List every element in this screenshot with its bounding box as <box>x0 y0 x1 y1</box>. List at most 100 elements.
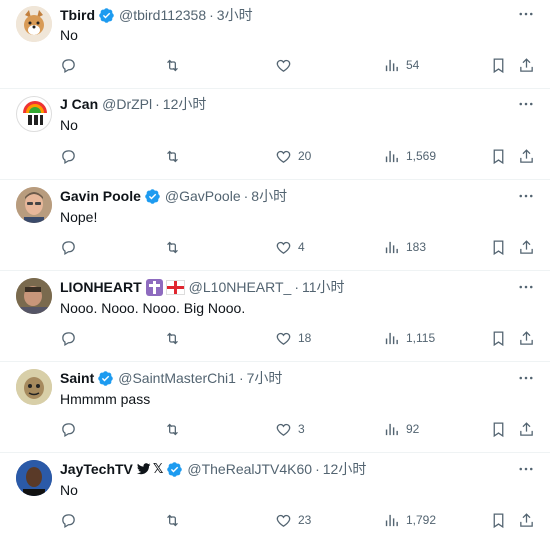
retweet-button[interactable] <box>164 328 187 348</box>
bookmark-button[interactable] <box>490 237 507 257</box>
views-button[interactable]: 54 <box>383 55 419 75</box>
heart-icon <box>276 514 291 527</box>
avatar[interactable] <box>16 460 52 496</box>
tweet[interactable]: Tbird @tbird112358 · 3小时 No 54 <box>0 0 550 89</box>
bookmark-icon <box>493 330 504 346</box>
reply-button[interactable] <box>60 419 83 439</box>
like-button[interactable] <box>275 55 298 75</box>
views-button[interactable]: 1,792 <box>383 510 436 530</box>
display-name[interactable]: JayTechTV <box>60 461 133 477</box>
handle[interactable]: @DrZPl <box>102 96 152 112</box>
tweet[interactable]: JayTechTV 𝕏 @TheRealJTV4K60 · 12小时 No 23… <box>0 452 550 535</box>
views-chart-icon <box>385 423 398 435</box>
like-button[interactable]: 18 <box>275 328 311 348</box>
man-photo-avatar-icon <box>16 278 52 314</box>
views-chart-icon <box>385 241 398 253</box>
reply-button[interactable] <box>60 55 83 75</box>
bookmark-button[interactable] <box>490 419 507 439</box>
like-button[interactable]: 3 <box>275 419 305 439</box>
avatar[interactable] <box>16 6 52 42</box>
bird-logo-icon <box>136 463 151 475</box>
timestamp[interactable]: 3小时 <box>217 5 253 25</box>
retweet-button[interactable] <box>164 146 187 166</box>
reply-button[interactable] <box>60 328 83 348</box>
reply-icon <box>62 513 75 528</box>
more-icon[interactable] <box>516 186 536 206</box>
verified-badge-icon[interactable] <box>98 7 115 24</box>
dog-avatar-icon <box>16 6 52 42</box>
reply-icon <box>62 240 75 255</box>
timestamp[interactable]: 8小时 <box>251 186 287 206</box>
more-icon[interactable] <box>516 94 536 114</box>
share-icon <box>520 330 533 345</box>
tweet-text: No <box>60 27 78 43</box>
share-button[interactable] <box>518 419 535 439</box>
share-icon <box>520 57 533 72</box>
retweet-button[interactable] <box>164 237 187 257</box>
handle[interactable]: @tbird112358 <box>119 7 206 23</box>
bookmark-button[interactable] <box>490 55 507 75</box>
retweet-button[interactable] <box>164 510 187 530</box>
timestamp[interactable]: 11小时 <box>302 277 345 297</box>
bookmark-button[interactable] <box>490 328 507 348</box>
retweet-button[interactable] <box>164 419 187 439</box>
avatar[interactable] <box>16 96 52 132</box>
retweet-icon <box>167 241 178 253</box>
share-icon <box>520 512 533 527</box>
cartoon-avatar-icon <box>16 369 52 405</box>
handle[interactable]: @TheRealJTV4K60 <box>187 461 312 477</box>
heart-icon <box>276 423 291 436</box>
tweet[interactable]: Gavin Poole @GavPoole · 8小时 Nope! 4 183 <box>0 179 550 271</box>
more-icon[interactable] <box>516 368 536 388</box>
more-icon[interactable] <box>516 4 536 24</box>
more-icon[interactable] <box>516 277 536 297</box>
display-name[interactable]: Gavin Poole <box>60 188 141 204</box>
view-count: 1,792 <box>406 513 437 527</box>
reply-button[interactable] <box>60 510 83 530</box>
tweet[interactable]: LIONHEART @L10NHEART_ · 11小时 Nooo. Nooo.… <box>0 270 550 362</box>
like-button[interactable]: 4 <box>275 237 305 257</box>
share-button[interactable] <box>518 55 535 75</box>
reply-icon <box>62 58 75 73</box>
avatar[interactable] <box>16 187 52 223</box>
display-name[interactable]: J Can <box>60 96 98 112</box>
handle[interactable]: @SaintMasterChi1 <box>118 370 236 386</box>
share-button[interactable] <box>518 510 535 530</box>
views-button[interactable]: 1,569 <box>383 146 436 166</box>
timestamp[interactable]: 12小时 <box>323 459 367 479</box>
verified-badge-icon[interactable] <box>166 461 183 478</box>
handle[interactable]: @GavPoole <box>165 188 241 204</box>
heart-icon <box>276 241 291 254</box>
avatar[interactable] <box>16 369 52 405</box>
display-name[interactable]: Saint <box>60 370 94 386</box>
tweet-header: Gavin Poole @GavPoole · 8小时 <box>60 186 287 206</box>
timestamp[interactable]: 12小时 <box>163 94 207 114</box>
views-button[interactable]: 92 <box>383 419 419 439</box>
reply-button[interactable] <box>60 146 83 166</box>
handle[interactable]: @L10NHEART_ <box>189 279 292 295</box>
bookmark-button[interactable] <box>490 146 507 166</box>
heart-icon <box>276 59 291 72</box>
separator-dot: · <box>238 370 244 386</box>
bookmark-button[interactable] <box>490 510 507 530</box>
share-button[interactable] <box>518 328 535 348</box>
display-name[interactable]: Tbird <box>60 7 95 23</box>
views-button[interactable]: 1,115 <box>383 328 435 348</box>
retweet-button[interactable] <box>164 55 187 75</box>
reply-button[interactable] <box>60 237 83 257</box>
verified-badge-icon[interactable] <box>97 370 114 387</box>
display-name[interactable]: LIONHEART <box>60 279 142 295</box>
more-icon[interactable] <box>516 459 536 479</box>
bookmark-icon <box>493 512 504 528</box>
timestamp[interactable]: 7小时 <box>247 368 283 388</box>
views-button[interactable]: 183 <box>383 237 426 257</box>
like-button[interactable]: 23 <box>275 510 311 530</box>
bookmark-icon <box>493 148 504 164</box>
tweet[interactable]: J Can @DrZPl · 12小时 No 20 1,569 <box>0 88 550 180</box>
verified-badge-icon[interactable] <box>144 188 161 205</box>
tweet[interactable]: Saint @SaintMasterChi1 · 7小时 Hmmmm pass … <box>0 361 550 453</box>
share-button[interactable] <box>518 146 535 166</box>
like-button[interactable]: 20 <box>275 146 311 166</box>
avatar[interactable] <box>16 278 52 314</box>
share-button[interactable] <box>518 237 535 257</box>
